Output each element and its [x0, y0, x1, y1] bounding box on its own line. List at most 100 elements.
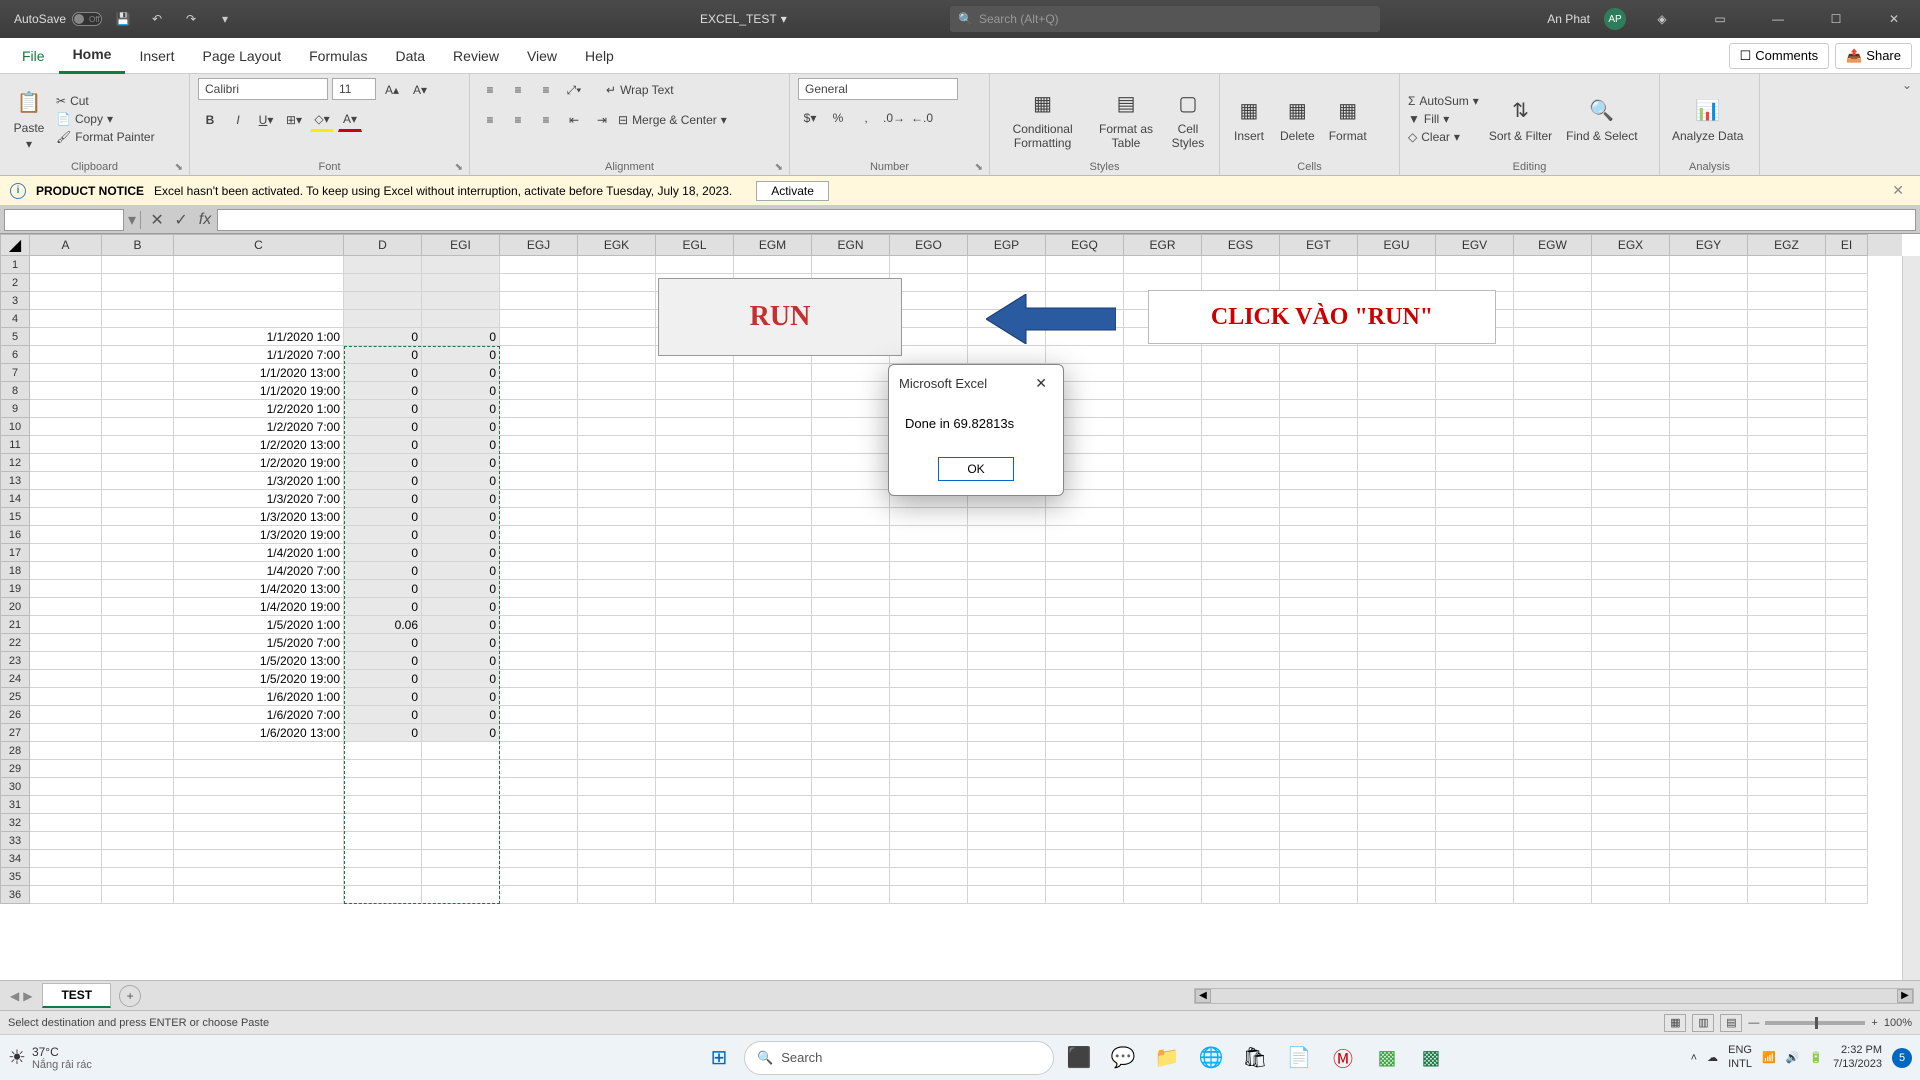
sheet-tab-test[interactable]: TEST [42, 983, 111, 1008]
column-header[interactable]: EGJ [500, 234, 578, 256]
cell[interactable] [1124, 688, 1202, 706]
cell[interactable] [1592, 724, 1670, 742]
cell[interactable] [890, 688, 968, 706]
cell[interactable]: 0 [422, 652, 500, 670]
cell[interactable] [734, 256, 812, 274]
cell[interactable] [968, 274, 1046, 292]
cell[interactable] [1436, 436, 1514, 454]
row-header[interactable]: 14 [0, 490, 30, 508]
cells-format-button[interactable]: ▦Format [1325, 93, 1371, 145]
cell[interactable] [890, 724, 968, 742]
comments-button[interactable]: ☐ Comments [1729, 43, 1830, 69]
cell[interactable] [1748, 328, 1826, 346]
cell[interactable] [1748, 346, 1826, 364]
cell[interactable]: 0 [422, 364, 500, 382]
cell[interactable] [578, 652, 656, 670]
cell[interactable]: 0 [344, 598, 422, 616]
cell[interactable] [1280, 526, 1358, 544]
cell[interactable]: 1/1/2020 19:00 [174, 382, 344, 400]
cell[interactable] [1358, 526, 1436, 544]
cell[interactable] [812, 544, 890, 562]
cell[interactable] [1436, 616, 1514, 634]
cell[interactable] [1124, 616, 1202, 634]
cell[interactable] [1826, 490, 1868, 508]
page-break-view-icon[interactable]: ▤ [1720, 1014, 1742, 1032]
cell[interactable] [1592, 292, 1670, 310]
cell[interactable] [1124, 580, 1202, 598]
tray-onedrive-icon[interactable]: ☁ [1707, 1051, 1718, 1064]
cell[interactable] [968, 706, 1046, 724]
cell[interactable] [1358, 724, 1436, 742]
cell[interactable] [1514, 436, 1592, 454]
orientation-icon[interactable]: ⤢▾ [562, 78, 586, 102]
cell[interactable] [1670, 310, 1748, 328]
cell[interactable] [1592, 544, 1670, 562]
cell[interactable] [890, 562, 968, 580]
cell[interactable] [1046, 508, 1124, 526]
column-header[interactable]: EGS [1202, 234, 1280, 256]
cell[interactable] [1436, 562, 1514, 580]
cell[interactable] [1202, 400, 1280, 418]
column-header[interactable]: EGN [812, 234, 890, 256]
cell[interactable] [578, 310, 656, 328]
cell[interactable] [1358, 688, 1436, 706]
cell[interactable] [1280, 490, 1358, 508]
cell[interactable] [1124, 382, 1202, 400]
cell[interactable]: 1/5/2020 19:00 [174, 670, 344, 688]
cell[interactable] [1748, 436, 1826, 454]
cell[interactable] [890, 598, 968, 616]
document-title[interactable]: EXCEL_TEST▾ [700, 12, 787, 26]
cell[interactable] [1514, 598, 1592, 616]
cell[interactable]: 0 [422, 436, 500, 454]
cell[interactable] [1124, 364, 1202, 382]
cell[interactable] [1280, 652, 1358, 670]
column-header[interactable]: EGZ [1748, 234, 1826, 256]
cell[interactable] [578, 724, 656, 742]
column-header[interactable]: EGM [734, 234, 812, 256]
cell[interactable] [102, 508, 174, 526]
cell[interactable] [578, 562, 656, 580]
align-middle-icon[interactable]: ≡ [506, 78, 530, 102]
cell[interactable] [1436, 652, 1514, 670]
cell[interactable]: 0 [344, 634, 422, 652]
cell[interactable] [500, 616, 578, 634]
cell[interactable]: 1/6/2020 13:00 [174, 724, 344, 742]
cell[interactable] [1358, 382, 1436, 400]
tray-volume-icon[interactable]: 🔊 [1786, 1051, 1800, 1064]
cell[interactable] [1826, 670, 1868, 688]
autosave-toggle[interactable]: AutoSave Off [14, 12, 102, 26]
tab-review[interactable]: Review [439, 38, 513, 74]
cell[interactable] [30, 598, 102, 616]
formula-input[interactable] [217, 209, 1916, 231]
cell[interactable] [1280, 508, 1358, 526]
cell[interactable] [1514, 688, 1592, 706]
user-avatar[interactable]: AP [1604, 8, 1626, 30]
notice-close-icon[interactable]: ✕ [1886, 182, 1910, 199]
tray-chevron-icon[interactable]: ˄ [1691, 1052, 1697, 1064]
cell[interactable] [30, 580, 102, 598]
cell[interactable]: 0 [422, 382, 500, 400]
cell[interactable] [1280, 364, 1358, 382]
cell[interactable] [1358, 400, 1436, 418]
cell[interactable] [1592, 652, 1670, 670]
cell[interactable]: 1/6/2020 1:00 [174, 688, 344, 706]
cell[interactable] [102, 436, 174, 454]
cell[interactable] [500, 454, 578, 472]
select-all-corner[interactable]: ◢ [0, 234, 30, 256]
row-header[interactable]: 7 [0, 364, 30, 382]
cell[interactable] [1046, 670, 1124, 688]
cell[interactable] [1046, 544, 1124, 562]
cell[interactable] [734, 400, 812, 418]
cell[interactable] [500, 526, 578, 544]
cell[interactable] [102, 346, 174, 364]
cell[interactable] [734, 544, 812, 562]
cell[interactable]: 0 [344, 490, 422, 508]
cell[interactable] [1046, 256, 1124, 274]
cell[interactable] [500, 508, 578, 526]
cell[interactable] [578, 364, 656, 382]
cell[interactable] [734, 436, 812, 454]
cell[interactable] [1202, 508, 1280, 526]
cell[interactable] [102, 274, 174, 292]
italic-button[interactable]: I [226, 108, 250, 132]
cell[interactable] [1514, 616, 1592, 634]
